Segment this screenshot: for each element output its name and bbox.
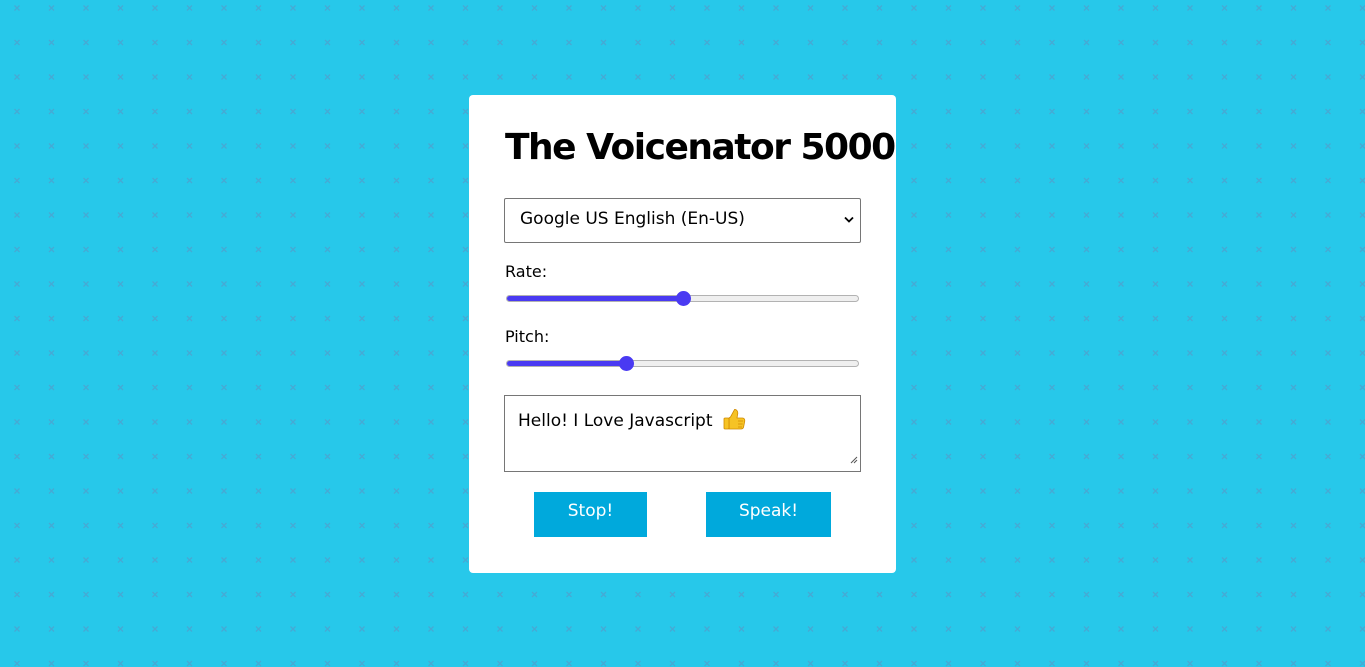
chevron-down-icon [844, 199, 854, 242]
rate-label: Rate: [505, 262, 548, 281]
voice-select-value: Google US English (En-US) [520, 209, 745, 229]
pitch-slider-track [506, 360, 859, 367]
voice-select[interactable]: Google US English (En-US) [504, 198, 861, 243]
resize-handle-icon[interactable] [850, 449, 858, 469]
message-text: Hello! I Love Javascript [518, 411, 713, 431]
rate-slider-thumb[interactable] [676, 291, 691, 306]
pitch-slider[interactable] [506, 356, 859, 371]
stop-button[interactable]: Stop! [534, 492, 647, 537]
speak-button[interactable]: Speak! [706, 492, 831, 537]
rate-slider[interactable] [506, 291, 859, 306]
page-title: The Voicenator 5000 [505, 127, 896, 168]
pitch-slider-thumb[interactable] [619, 356, 634, 371]
pitch-label: Pitch: [505, 327, 550, 346]
pitch-slider-fill [507, 361, 627, 366]
voiceinator-card: The Voicenator 5000 Google US English (E… [469, 95, 896, 573]
message-textarea[interactable]: Hello! I Love Javascript [504, 395, 861, 472]
rate-slider-fill [507, 296, 684, 301]
thumbs-up-icon [722, 408, 746, 435]
